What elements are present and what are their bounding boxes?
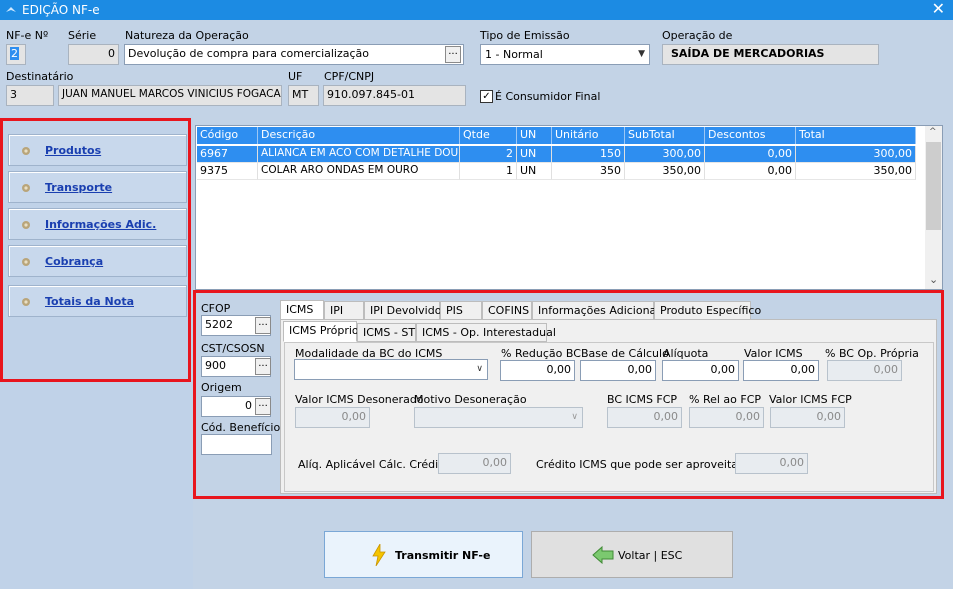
column-header[interactable]: Descontos [705, 127, 796, 144]
title-bar: EDIÇÃO NF-e ✕ [0, 0, 953, 20]
table-cell[interactable]: 150 [552, 146, 625, 163]
products-table[interactable]: Código Descrição Qtde UN Unitário SubTot… [195, 125, 943, 290]
table-cell[interactable]: 6967 [197, 146, 258, 163]
table-cell[interactable]: UN [517, 146, 552, 163]
column-header[interactable]: Unitário [552, 127, 625, 144]
vertical-scrollbar[interactable]: ^ ⌄ [925, 126, 942, 289]
natureza-field[interactable]: Devolução de compra para comercialização [124, 44, 464, 65]
table-cell[interactable]: 350,00 [625, 163, 705, 180]
close-icon[interactable]: ✕ [932, 0, 945, 18]
app-icon [6, 7, 16, 12]
consumidor-final-label: É Consumidor Final [495, 90, 601, 103]
nfe-number-field[interactable]: 2 [6, 44, 26, 65]
table-cell[interactable]: ALIANCA EM ACO COM DETALHE DOURA [258, 146, 460, 163]
consumidor-final-checkbox[interactable]: ✓ [480, 90, 493, 103]
table-cell[interactable]: 1 [460, 163, 517, 180]
cpf-field: 910.097.845-01 [323, 85, 466, 106]
column-header[interactable]: Qtde [460, 127, 517, 144]
table-cell[interactable]: 300,00 [625, 146, 705, 163]
serie-field[interactable]: 0 [68, 44, 119, 65]
nfe-number-value: 2 [10, 47, 19, 60]
column-header[interactable]: Descrição [258, 127, 460, 144]
uf-field: MT [288, 85, 319, 106]
tipo-emissao-value: 1 - Normal [485, 48, 543, 61]
column-header[interactable]: Total [796, 127, 916, 144]
destinatario-label: Destinatário [6, 70, 74, 83]
scroll-thumb[interactable] [926, 142, 941, 230]
table-cell[interactable]: UN [517, 163, 552, 180]
lightning-icon [372, 544, 386, 566]
transmit-label: Transmitir NF-e [395, 549, 491, 562]
natureza-lookup-button[interactable]: ... [445, 46, 461, 63]
natureza-label: Natureza da Operação [125, 29, 249, 42]
column-header[interactable]: SubTotal [625, 127, 705, 144]
sidebar-highlight [0, 118, 191, 382]
table-cell[interactable]: 350 [552, 163, 625, 180]
destinatario-code-field[interactable]: 3 [6, 85, 54, 106]
back-label: Voltar | ESC [618, 549, 683, 562]
destinatario-name-field: JUAN MANUEL MARCOS VINICIUS FOGACA [58, 85, 282, 106]
arrow-left-icon [592, 546, 614, 564]
transmit-button[interactable]: Transmitir NF-e [324, 531, 523, 578]
uf-label: UF [288, 70, 303, 83]
operacao-field: SAÍDA DE MERCADORIAS [662, 44, 879, 65]
column-header[interactable]: UN [517, 127, 552, 144]
table-cell[interactable]: 0,00 [705, 146, 796, 163]
tax-section-highlight [193, 290, 944, 499]
tipo-emissao-label: Tipo de Emissão [480, 29, 570, 42]
table-cell[interactable]: 300,00 [796, 146, 916, 163]
table-cell[interactable]: 0,00 [705, 163, 796, 180]
scroll-down-icon[interactable]: ⌄ [929, 273, 938, 286]
table-cell[interactable]: COLAR ARO ONDAS EM OURO [258, 163, 460, 180]
back-button[interactable]: Voltar | ESC [531, 531, 733, 578]
window-title: EDIÇÃO NF-e [22, 3, 100, 17]
table-cell[interactable]: 2 [460, 146, 517, 163]
table-cell[interactable]: 9375 [197, 163, 258, 180]
scroll-up-icon[interactable]: ^ [929, 127, 937, 137]
serie-label: Série [68, 29, 97, 42]
cpf-label: CPF/CNPJ [324, 70, 375, 83]
nfe-number-label: NF-e Nº [6, 29, 49, 42]
column-header[interactable]: Código [197, 127, 258, 144]
operacao-label: Operação de [662, 29, 733, 42]
table-cell[interactable]: 350,00 [796, 163, 916, 180]
chevron-down-icon: ▼ [638, 49, 645, 59]
tipo-emissao-select[interactable]: 1 - Normal ▼ [480, 44, 650, 65]
